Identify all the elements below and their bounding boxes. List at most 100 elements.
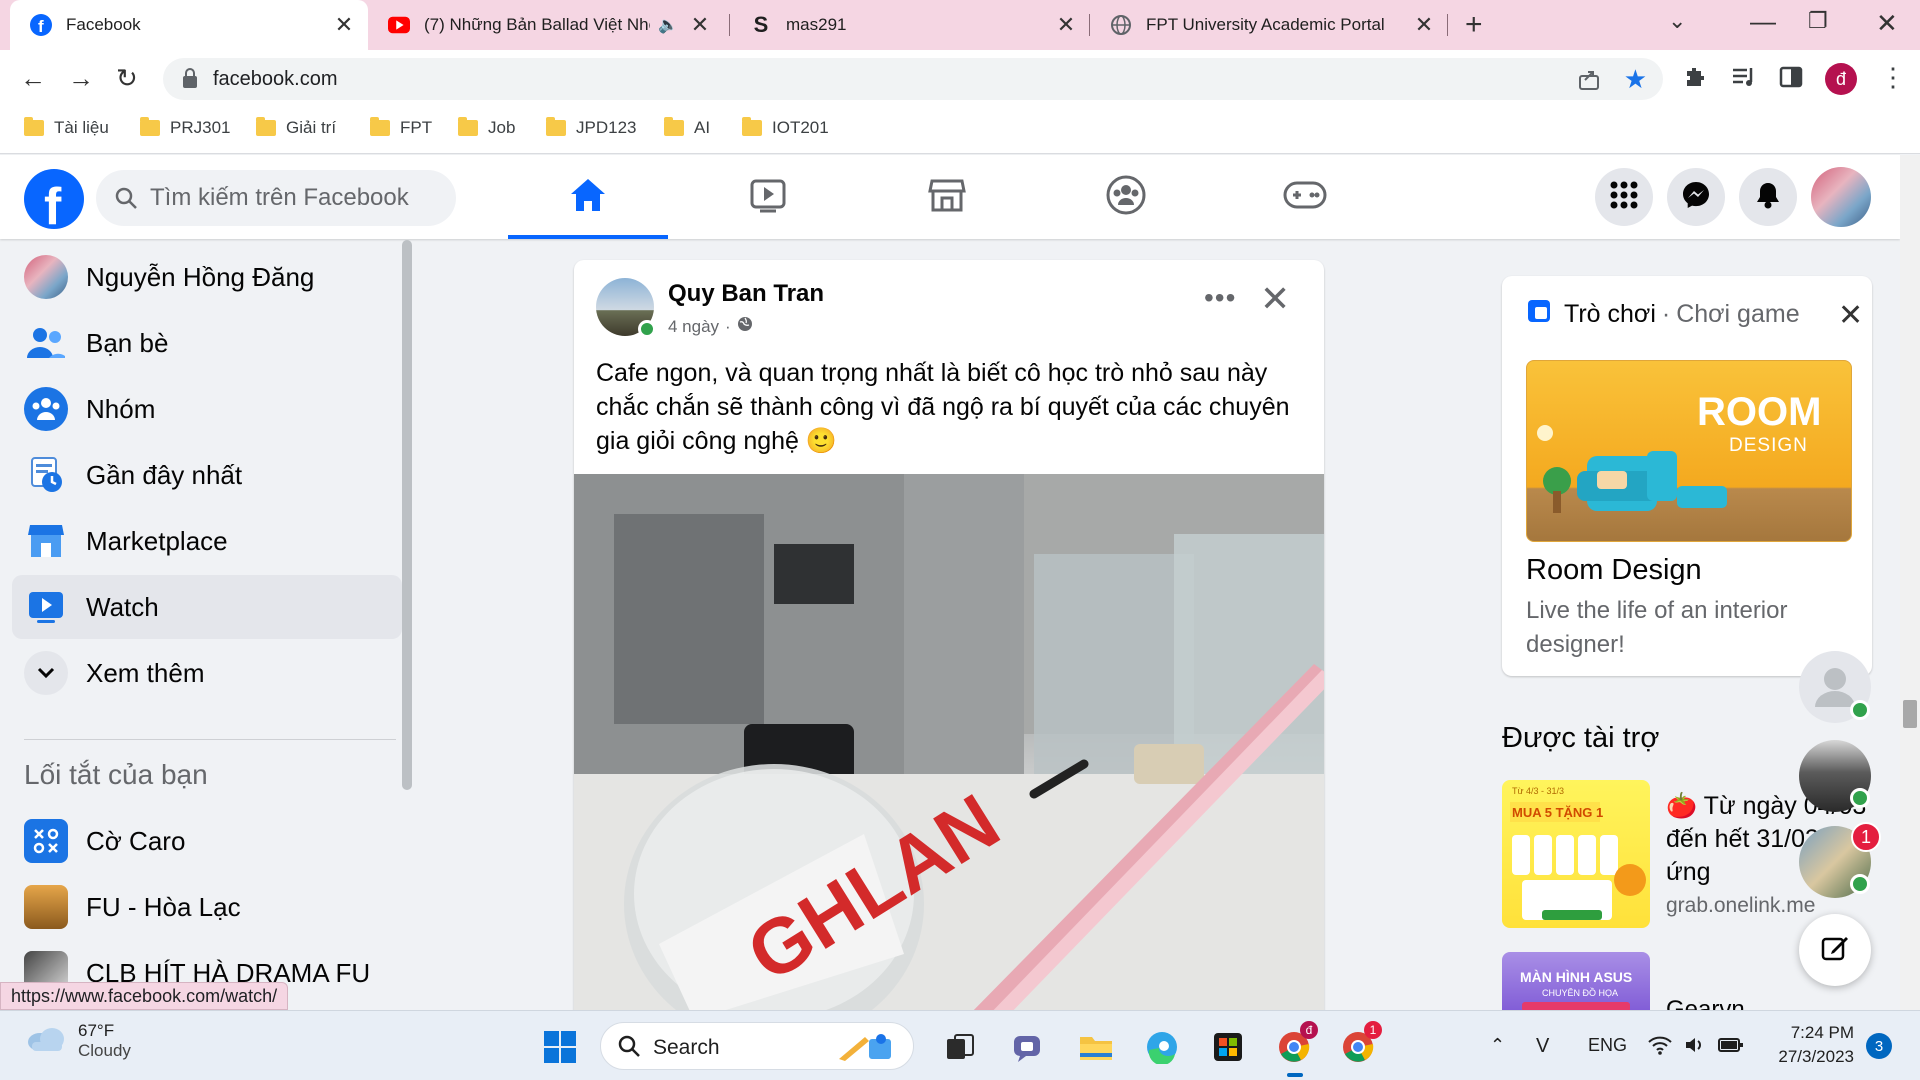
facebook-logo[interactable]: f bbox=[24, 169, 84, 229]
more-menu-icon[interactable]: ⋮ bbox=[1880, 62, 1906, 93]
post-options-icon[interactable]: ••• bbox=[1204, 282, 1236, 314]
share-icon[interactable] bbox=[1577, 67, 1601, 96]
windows-start-icon[interactable] bbox=[540, 1027, 580, 1067]
minimize-icon[interactable]: — bbox=[1750, 6, 1776, 37]
microsoft-store-icon[interactable] bbox=[1208, 1027, 1248, 1067]
system-clock[interactable]: 7:24 PM 27/3/2023 bbox=[1764, 1021, 1854, 1069]
nav-tab-home[interactable] bbox=[508, 155, 668, 239]
sidebar-item-marketplace[interactable]: Marketplace bbox=[12, 509, 402, 573]
room-design-image[interactable]: ROOM DESIGN bbox=[1526, 360, 1852, 542]
ad-link[interactable]: grab.onelink.me bbox=[1666, 894, 1815, 918]
hide-post-close-icon[interactable]: ✕ bbox=[1260, 278, 1290, 320]
account-avatar[interactable] bbox=[1811, 167, 1871, 227]
online-indicator bbox=[638, 320, 656, 338]
game-card-header: Trò chơi · Chơi game bbox=[1526, 298, 1800, 331]
close-icon[interactable]: ✕ bbox=[1838, 298, 1863, 333]
post-author-name[interactable]: Quy Ban Tran bbox=[668, 280, 824, 308]
tab-search-icon[interactable]: ⌄ bbox=[1668, 8, 1686, 34]
sidebar-item-recent[interactable]: Gần đây nhất bbox=[12, 443, 402, 507]
bookmark-label: PRJ301 bbox=[170, 118, 231, 137]
scrollbar-thumb[interactable] bbox=[1903, 700, 1917, 728]
shortcut-co-caro[interactable]: Cờ Caro bbox=[12, 809, 402, 873]
task-view-icon[interactable] bbox=[940, 1027, 980, 1067]
side-panel-icon[interactable] bbox=[1779, 65, 1803, 94]
groups-icon bbox=[1106, 175, 1146, 220]
sidebar-item-friends[interactable]: Bạn bè bbox=[12, 311, 402, 375]
tab-mas291[interactable]: S mas291 ✕ bbox=[730, 0, 1090, 50]
sidebar-item-see-more[interactable]: Xem thêm bbox=[12, 641, 402, 705]
notifications-button[interactable] bbox=[1739, 168, 1797, 226]
game-card-subtitle[interactable]: Chơi game bbox=[1676, 300, 1799, 329]
sidebar-scrollbar[interactable] bbox=[402, 240, 412, 790]
game-name[interactable]: Room Design bbox=[1526, 554, 1702, 587]
post-time[interactable]: 4 ngày bbox=[668, 317, 719, 337]
bookmark-folder[interactable]: IOT201 bbox=[742, 117, 829, 138]
media-control-icon[interactable] bbox=[1731, 65, 1757, 94]
tab-close-icon[interactable]: ✕ bbox=[1052, 12, 1080, 38]
facebook-header: f bbox=[0, 155, 1900, 239]
nav-tab-groups[interactable] bbox=[1062, 155, 1190, 239]
ad-image-grab[interactable]: Từ 4/3 - 31/3 MUA 5 TẶNG 1 bbox=[1502, 780, 1650, 928]
ad-date-text: Từ 4/3 - 31/3 bbox=[1512, 786, 1564, 796]
new-message-button[interactable] bbox=[1799, 914, 1871, 986]
back-icon[interactable]: ← bbox=[20, 63, 46, 94]
tab-title: FPT University Academic Portal bbox=[1146, 15, 1385, 34]
bookmark-folder[interactable]: FPT bbox=[370, 117, 433, 138]
address-bar[interactable]: facebook.com ★ bbox=[163, 58, 1663, 100]
browser-profile-avatar[interactable]: đ bbox=[1825, 63, 1857, 95]
unread-badge: 1 bbox=[1851, 822, 1881, 852]
tab-close-icon[interactable]: ✕ bbox=[330, 12, 358, 38]
vivaldi-tray-icon[interactable]: V bbox=[1536, 1035, 1549, 1058]
active-app-indicator bbox=[1287, 1073, 1303, 1077]
taskbar-search[interactable]: Search bbox=[600, 1022, 914, 1070]
sidebar-item-label: Cờ Caro bbox=[86, 825, 186, 856]
bookmark-label: FPT bbox=[400, 118, 433, 137]
file-explorer-icon[interactable] bbox=[1076, 1027, 1116, 1067]
bookmark-folder[interactable]: AI bbox=[664, 117, 710, 138]
tab-close-icon[interactable]: ✕ bbox=[686, 12, 714, 38]
nav-tab-watch[interactable] bbox=[704, 155, 832, 239]
nav-tab-gaming[interactable] bbox=[1241, 155, 1369, 239]
wifi-icon[interactable] bbox=[1648, 1035, 1672, 1060]
facebook-search[interactable] bbox=[96, 170, 456, 226]
sidebar-item-profile[interactable]: Nguyễn Hồng Đăng bbox=[12, 245, 402, 309]
post-photo[interactable]: GHLAN bbox=[574, 474, 1324, 1020]
bookmark-folder[interactable]: PRJ301 bbox=[140, 117, 231, 138]
page-scrollbar[interactable] bbox=[1900, 155, 1920, 1010]
show-hidden-icons-icon[interactable]: ⌃ bbox=[1490, 1035, 1505, 1056]
search-input[interactable] bbox=[150, 184, 440, 212]
url-text[interactable]: facebook.com bbox=[213, 68, 338, 91]
lock-icon[interactable] bbox=[182, 67, 198, 94]
notification-count-badge[interactable]: 3 bbox=[1866, 1033, 1892, 1059]
bookmark-star-icon[interactable]: ★ bbox=[1624, 64, 1647, 95]
language-indicator[interactable]: ENG bbox=[1588, 1035, 1627, 1056]
tab-facebook[interactable]: f Facebook ✕ bbox=[10, 0, 368, 50]
bookmark-folder[interactable]: Giải trí bbox=[256, 117, 336, 138]
volume-icon[interactable] bbox=[1684, 1035, 1706, 1060]
speaker-icon[interactable]: 🔈 bbox=[658, 15, 678, 35]
messenger-button[interactable] bbox=[1667, 168, 1725, 226]
bookmark-folder[interactable]: Job bbox=[458, 117, 515, 138]
bookmark-folder[interactable]: JPD123 bbox=[546, 117, 636, 138]
new-tab-icon[interactable]: + bbox=[1465, 8, 1483, 42]
game-card-title[interactable]: Trò chơi bbox=[1564, 300, 1656, 329]
restore-icon[interactable]: ❐ bbox=[1808, 8, 1828, 34]
extensions-icon[interactable] bbox=[1683, 65, 1707, 94]
tab-youtube[interactable]: (7) Những Bản Ballad Việt Nhẹ 🔈 ✕ bbox=[368, 0, 730, 50]
sidebar-item-watch[interactable]: Watch bbox=[12, 575, 402, 639]
bookmark-folder[interactable]: Tài liệu bbox=[24, 117, 109, 138]
nav-tab-marketplace[interactable] bbox=[883, 155, 1011, 239]
close-window-icon[interactable]: ✕ bbox=[1876, 8, 1898, 39]
battery-icon[interactable] bbox=[1718, 1035, 1744, 1060]
shortcut-fu-hoa-lac[interactable]: FU - Hòa Lạc bbox=[12, 875, 402, 939]
menu-button[interactable] bbox=[1595, 168, 1653, 226]
teams-chat-icon[interactable] bbox=[1008, 1027, 1048, 1067]
tab-close-icon[interactable]: ✕ bbox=[1410, 12, 1438, 38]
edge-icon[interactable] bbox=[1142, 1027, 1182, 1067]
weather-widget[interactable]: 67°F Cloudy bbox=[26, 1021, 131, 1061]
post-photo-scene: GHLAN bbox=[574, 474, 1324, 1020]
reload-icon[interactable]: ↻ bbox=[116, 63, 138, 94]
forward-icon[interactable]: → bbox=[68, 63, 94, 94]
sidebar-item-groups[interactable]: Nhóm bbox=[12, 377, 402, 441]
tab-fpt-portal[interactable]: FPT University Academic Portal ✕ bbox=[1090, 0, 1448, 50]
